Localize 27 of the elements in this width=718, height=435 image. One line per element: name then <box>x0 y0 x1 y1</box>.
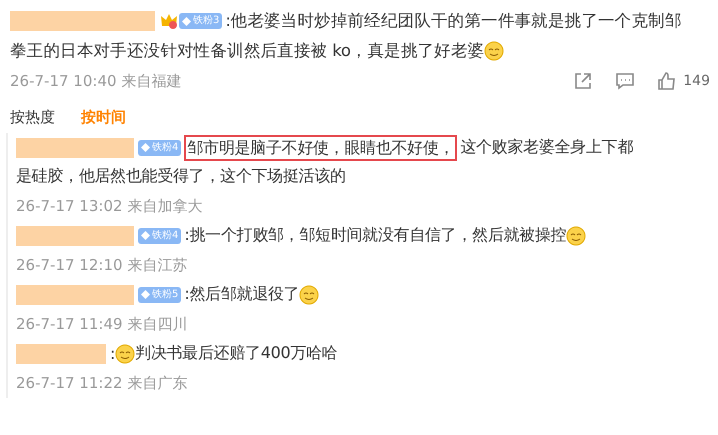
comment-text: 是硅胶，他居然也能受得了，这个下场挺活该的 <box>16 166 346 187</box>
comment-text: :他老婆当时炒掉前经纪团队干的第一件事就是挑了一个克制邹 <box>225 10 682 32</box>
fan-badge: 铁粉4 <box>138 140 182 156</box>
comment-text: :然后邹就退役了 <box>184 284 300 305</box>
comment-icon[interactable] <box>615 71 636 91</box>
reply-meta: 26-7-17 13:02 来自加拿大 <box>16 196 204 216</box>
comment-text: :挑一个打败邹，邹短时间就没有自信了，然后就被操控 <box>184 225 566 246</box>
reply-meta: 26-7-17 11:22 来自广东 <box>16 374 188 392</box>
emoji-icon <box>566 226 586 246</box>
highlighted-text: 邹市明是脑子不好使，眼睛也不好使， <box>184 134 458 160</box>
fan-badge: 铁粉4 <box>138 228 182 244</box>
sort-tab[interactable]: 按热度 <box>10 108 55 127</box>
fan-badge: 铁粉3 <box>179 13 222 29</box>
comment-text: 拳王的日本对手还没针对性备训然后直接被 ko，真是挑了好老婆 <box>10 40 484 62</box>
emoji-icon <box>115 344 136 364</box>
share-icon[interactable] <box>573 71 594 91</box>
comment-text: 判决书最后还赔了400万哈哈 <box>135 343 338 364</box>
fan-badge: 铁粉5 <box>138 286 182 302</box>
emoji-icon <box>299 284 320 304</box>
like-icon[interactable] <box>657 71 678 91</box>
reply-meta: 26-7-17 11:49 来自四川 <box>16 314 188 334</box>
comment-text: 这个败家老婆全身上下都 <box>460 137 633 158</box>
comment-meta: 26-7-17 10:40 来自福建 <box>10 72 182 90</box>
like-count: 149 <box>683 73 710 89</box>
reply-meta: 26-7-17 12:10 来自江苏 <box>16 256 188 274</box>
emoji-icon <box>484 41 504 61</box>
comment-text: : <box>110 344 116 363</box>
